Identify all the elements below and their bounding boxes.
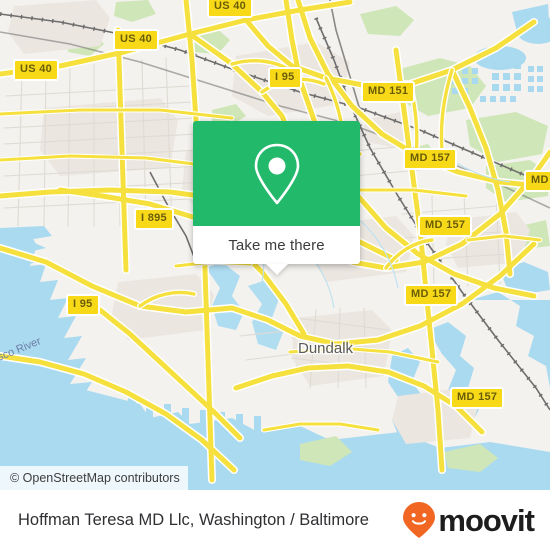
map-pin-icon xyxy=(254,143,299,204)
highway-shield: MD 151 xyxy=(361,81,416,103)
highway-shield: I 95 xyxy=(268,67,302,89)
highway-shield: US 40 xyxy=(113,29,160,51)
moovit-pin-smiley-icon xyxy=(403,502,436,538)
page-title: Hoffman Teresa MD Llc, Washington / Balt… xyxy=(18,510,369,529)
take-me-there-button[interactable]: Take me there xyxy=(228,237,324,254)
moovit-wordmark: moovit xyxy=(438,502,535,538)
location-popup-card[interactable]: Take me there xyxy=(193,121,360,275)
highway-shield: MD xyxy=(524,170,550,192)
highway-shield: MD 157 xyxy=(404,284,459,306)
highway-shield: MD 157 xyxy=(418,215,473,237)
highway-shield: US 40 xyxy=(13,59,60,81)
highway-shield: US 40 xyxy=(207,0,254,18)
osm-attribution[interactable]: © OpenStreetMap contributors xyxy=(0,466,188,490)
map-canvas[interactable]: .w { fill:#aadaf0; } .pk { fill:#cfe6b8;… xyxy=(0,0,550,490)
highway-shield: I 95 xyxy=(66,294,100,316)
popup-image-panel xyxy=(193,121,360,226)
footer-bar: Hoffman Teresa MD Llc, Washington / Balt… xyxy=(0,490,550,550)
popup-pointer-tail xyxy=(265,264,288,275)
highway-shield: I 895 xyxy=(134,208,174,230)
popup-action-panel[interactable]: Take me there xyxy=(193,226,360,275)
place-label-dundalk: Dundalk xyxy=(298,340,354,357)
highway-shield: MD 157 xyxy=(403,148,458,170)
highway-shield: MD 157 xyxy=(450,387,505,409)
moovit-logo[interactable]: moovit xyxy=(402,501,535,539)
